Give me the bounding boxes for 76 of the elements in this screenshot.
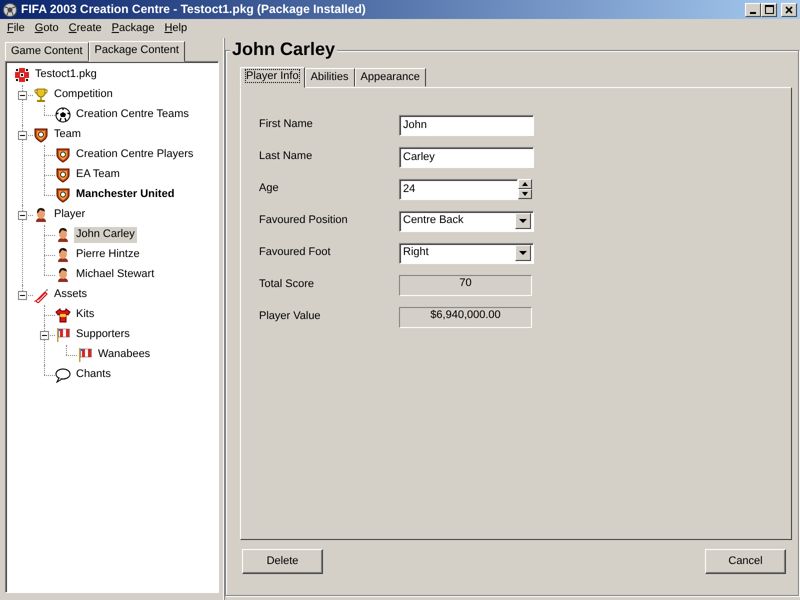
dialog-button[interactable]: Delete (242, 549, 323, 574)
close-icon (785, 6, 793, 14)
maximize-icon (764, 5, 774, 14)
package-icon (14, 67, 30, 83)
up-arrow-icon (522, 182, 528, 186)
tab[interactable]: Appearance (354, 68, 426, 87)
tree-item[interactable]: Testoct1.pkg (33, 67, 99, 83)
shield-icon (55, 187, 71, 203)
text-field[interactable]: Carley (399, 146, 534, 168)
expand-toggle[interactable] (40, 330, 48, 340)
trophy-icon (33, 87, 49, 103)
person-icon (55, 267, 71, 283)
flag-icon (77, 347, 93, 363)
dropdown[interactable]: Right (399, 242, 534, 264)
app-icon (3, 2, 17, 16)
expand-toggle[interactable] (18, 130, 26, 140)
expand-toggle[interactable] (18, 90, 26, 100)
tree-item[interactable]: Creation Centre Teams (74, 107, 191, 123)
tree-item[interactable]: John Carley (74, 227, 137, 243)
tree-item[interactable]: Supporters (74, 327, 132, 343)
flag-icon (55, 327, 71, 343)
close-button[interactable] (781, 2, 797, 16)
expand-toggle[interactable] (18, 290, 26, 300)
field-label: Player Value (259, 310, 322, 324)
tab[interactable]: Player Info (240, 66, 305, 88)
shield-icon (55, 167, 71, 183)
tree-item[interactable]: Kits (74, 307, 96, 323)
player-name-heading: John Carley (230, 39, 338, 61)
tab[interactable]: Game Content (5, 42, 89, 61)
readonly-field: 70 (399, 274, 532, 296)
number-field[interactable]: 24 (399, 178, 518, 200)
menu-item[interactable]: Help (159, 20, 192, 38)
field-label: Favoured Position (259, 214, 349, 228)
person-icon (55, 247, 71, 263)
tree-item[interactable]: Player (52, 207, 88, 223)
text-field[interactable]: John (399, 114, 534, 136)
menu-item[interactable]: Package (106, 20, 160, 38)
shirt-icon (55, 307, 71, 323)
shield-icon (33, 127, 49, 143)
person-icon (55, 227, 71, 243)
field-label: Favoured Foot (259, 246, 332, 260)
menu-item[interactable]: File (2, 20, 30, 38)
down-arrow-icon (522, 192, 528, 196)
field-label: Last Name (259, 150, 314, 164)
expand-toggle[interactable] (18, 210, 26, 220)
tree-item[interactable]: Creation Centre Players (74, 147, 196, 163)
menu-item[interactable]: Goto (30, 20, 64, 38)
tree-item[interactable]: Pierre Hintze (74, 247, 142, 263)
minimize-icon (750, 12, 756, 14)
tree-item[interactable]: Manchester United (74, 187, 176, 203)
tree-item[interactable]: Wanabees (96, 347, 152, 363)
dialog-button[interactable]: Cancel (705, 549, 786, 574)
tree-item[interactable]: Chants (74, 367, 113, 383)
minimize-button[interactable] (745, 2, 761, 16)
spin-up-button[interactable] (518, 179, 532, 189)
menu-item[interactable]: Create (64, 20, 107, 38)
field-label: Age (259, 182, 280, 196)
field-label: Total Score (259, 278, 316, 292)
tree-item[interactable]: Team (52, 127, 83, 143)
readonly-field: $6,940,000.00 (399, 306, 532, 328)
field-label: First Name (259, 118, 314, 132)
tree-item[interactable]: EA Team (74, 167, 122, 183)
shield-icon (55, 147, 71, 163)
window-title: FIFA 2003 Creation Centre - Testoct1.pkg (Package Installed) (21, 2, 366, 17)
tab[interactable]: Abilities (304, 68, 354, 87)
maximize-button[interactable] (761, 2, 777, 16)
tab[interactable]: Package Content (88, 40, 185, 62)
tree-item[interactable]: Competition (52, 87, 115, 103)
tree-item[interactable]: Michael Stewart (74, 267, 156, 283)
speech-bubble-icon (55, 367, 71, 383)
tree-item[interactable]: Assets (52, 287, 90, 303)
dropdown[interactable]: Centre Back (399, 210, 534, 232)
tube-icon (33, 287, 49, 303)
person-icon (33, 207, 49, 223)
ball-icon (55, 107, 71, 123)
spin-down-button[interactable] (518, 189, 532, 199)
